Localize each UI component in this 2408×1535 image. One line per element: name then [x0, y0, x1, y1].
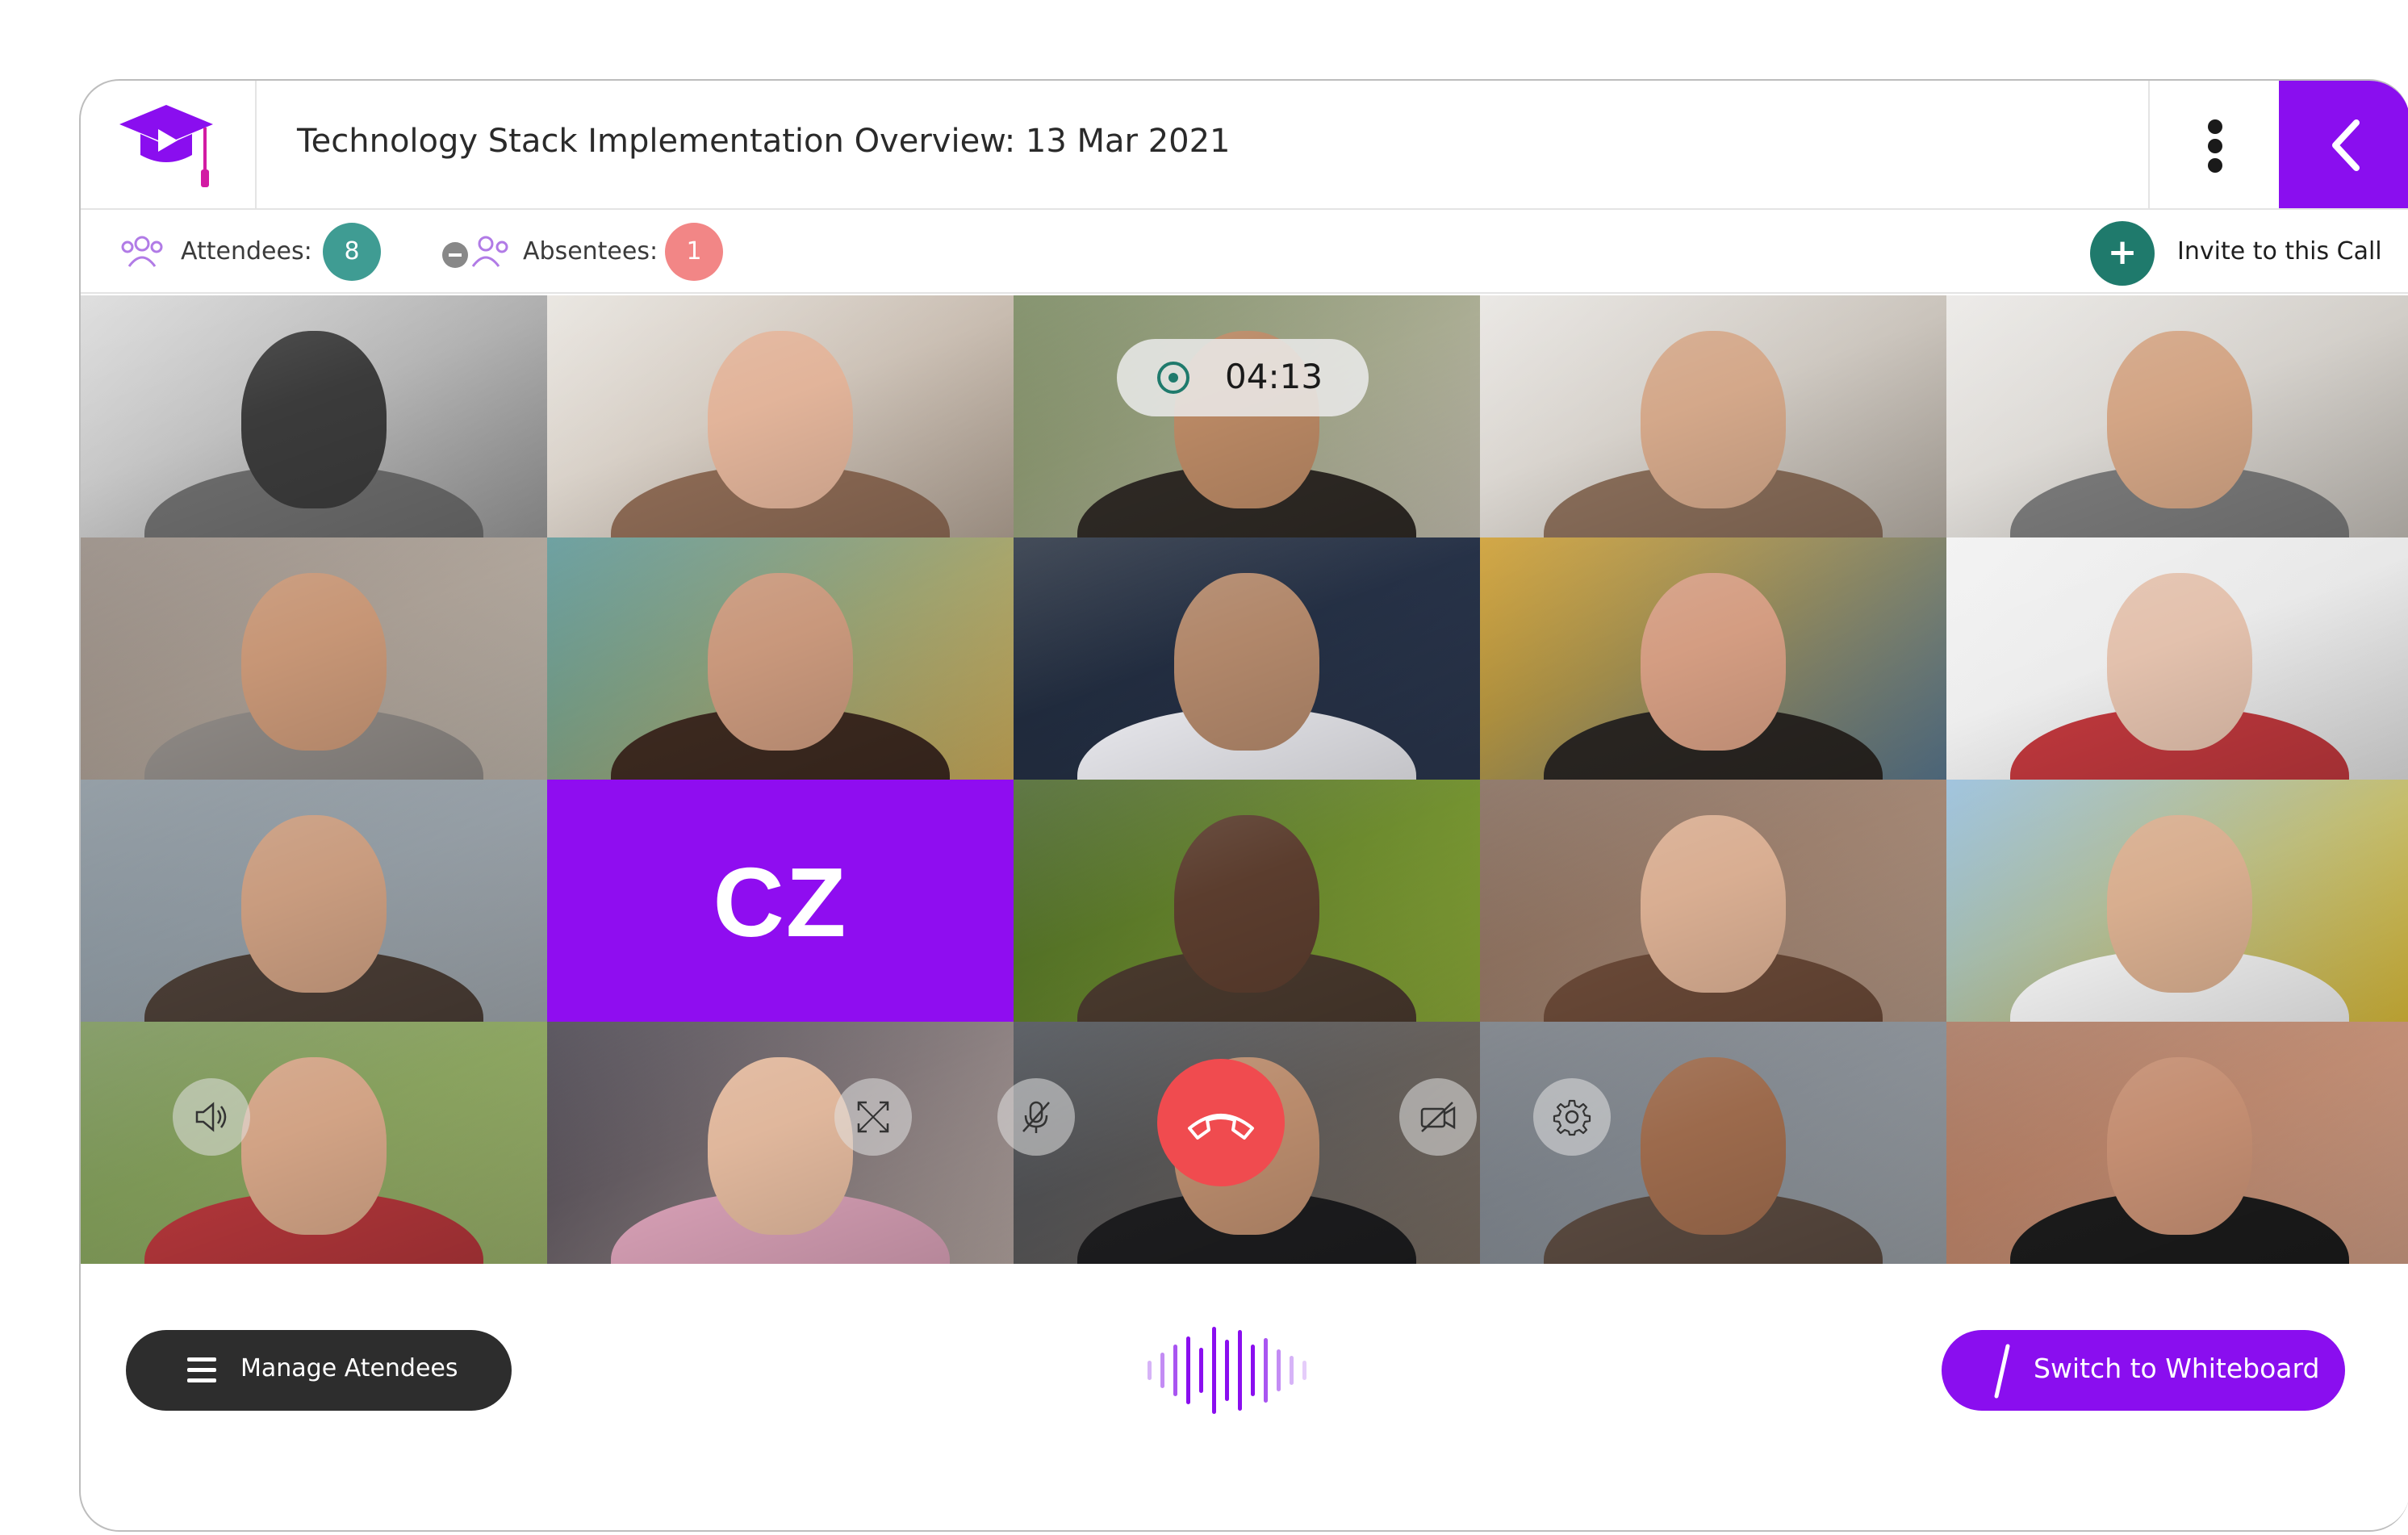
video-tile[interactable] [547, 1022, 1014, 1264]
pen-icon [1994, 1344, 2010, 1399]
video-tile[interactable] [1946, 1022, 2408, 1264]
call-timer: 04:13 [1117, 339, 1369, 416]
video-tile[interactable] [1946, 780, 2408, 1022]
menu-icon [187, 1357, 216, 1382]
volume-button[interactable] [173, 1078, 250, 1156]
app-logo[interactable] [81, 81, 257, 208]
settings-button[interactable] [1533, 1078, 1611, 1156]
absentees-label: Absentees: [523, 237, 658, 266]
video-call-window: Technology Stack Implementation Overview… [79, 79, 2408, 1532]
manage-attendees-label: Manage Atendees [240, 1354, 458, 1382]
video-tile[interactable] [547, 537, 1014, 780]
absentees-count-badge[interactable]: 1 [665, 223, 723, 281]
fullscreen-button[interactable] [834, 1078, 912, 1156]
camera-off-icon [1420, 1102, 1456, 1132]
invite-button[interactable]: + [2090, 221, 2155, 286]
video-tile[interactable] [81, 537, 547, 780]
video-tile[interactable] [1014, 780, 1480, 1022]
video-tile[interactable] [1480, 295, 1946, 537]
audio-wave-icon [1148, 1327, 1306, 1414]
more-options-button[interactable] [2148, 81, 2279, 208]
speaker-icon [195, 1102, 227, 1132]
participants-bar: Attendees: 8 Absentees: 1 + Invite to th… [81, 210, 2408, 294]
meeting-title: Technology Stack Implementation Overview… [297, 123, 1231, 160]
invite-label[interactable]: Invite to this Call [2177, 237, 2382, 266]
video-tile[interactable] [81, 1022, 547, 1264]
video-tile[interactable] [1014, 295, 1480, 537]
collapse-panel-button[interactable] [2279, 81, 2408, 208]
expand-icon [857, 1101, 889, 1133]
people-icon [121, 236, 163, 267]
switch-to-whiteboard-button[interactable]: Switch to Whiteboard [1942, 1330, 2345, 1411]
initials-avatar-tile[interactable]: CZ [547, 780, 1014, 1022]
attendees-label: Attendees: [181, 237, 312, 266]
video-tile[interactable] [81, 780, 547, 1022]
end-call-button[interactable] [1157, 1059, 1285, 1186]
attendees-count-badge[interactable]: 8 [323, 223, 381, 281]
video-tile[interactable] [1014, 537, 1480, 780]
recording-icon [1157, 362, 1189, 394]
phone-hangup-icon [1188, 1114, 1254, 1140]
mute-mic-button[interactable] [997, 1078, 1075, 1156]
people-minus-icon [442, 236, 508, 268]
mic-off-icon [1022, 1101, 1050, 1133]
video-tile[interactable] [1946, 295, 2408, 537]
participant-initials: CZ [713, 847, 848, 957]
video-tile[interactable] [1946, 537, 2408, 780]
timer-value: 04:13 [1225, 357, 1323, 396]
video-tile[interactable] [547, 295, 1014, 537]
manage-attendees-button[interactable]: Manage Atendees [126, 1330, 512, 1411]
chevron-left-icon [2332, 119, 2360, 171]
header: Technology Stack Implementation Overview… [81, 81, 2408, 210]
video-tile[interactable] [1480, 537, 1946, 780]
video-tile[interactable] [1480, 780, 1946, 1022]
graduation-cap-play-icon [119, 105, 213, 187]
plus-icon: + [2107, 232, 2138, 273]
gear-icon [1553, 1099, 1591, 1136]
switch-to-whiteboard-label: Switch to Whiteboard [2034, 1353, 2320, 1384]
video-tile[interactable] [81, 295, 547, 537]
camera-toggle-button[interactable] [1399, 1078, 1477, 1156]
